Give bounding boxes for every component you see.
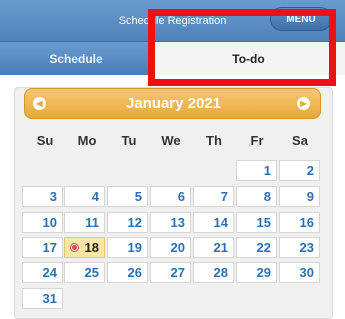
calendar-day-today[interactable]: 18 bbox=[64, 237, 105, 258]
calendar-day[interactable]: 21 bbox=[193, 237, 234, 258]
calendar-day[interactable]: 23 bbox=[279, 237, 320, 258]
calendar-day[interactable]: 19 bbox=[107, 237, 148, 258]
calendar-day[interactable]: 4 bbox=[64, 186, 105, 207]
calendar-header: ◀ January 2021 ▶ bbox=[24, 88, 321, 119]
calendar-day[interactable]: 11 bbox=[64, 212, 105, 233]
calendar-day[interactable]: 8 bbox=[236, 186, 277, 207]
weekday-label: Sa bbox=[292, 133, 308, 148]
weekday-row: Su Mo Tu We Th Fr Sa bbox=[24, 133, 321, 149]
weekday-label: Mo bbox=[77, 133, 97, 148]
calendar-day[interactable]: 6 bbox=[150, 186, 191, 207]
highlight-box bbox=[148, 9, 336, 86]
weekday-label: Su bbox=[36, 133, 54, 148]
calendar-day[interactable]: 22 bbox=[236, 237, 277, 258]
calendar-day[interactable]: 15 bbox=[236, 212, 277, 233]
calendar-day[interactable]: 31 bbox=[22, 288, 63, 309]
event-dot-icon bbox=[71, 244, 78, 251]
calendar-day[interactable]: 16 bbox=[279, 212, 320, 233]
tab-schedule[interactable]: Schedule bbox=[0, 42, 152, 75]
calendar-day[interactable]: 30 bbox=[279, 262, 320, 283]
chevron-right-icon[interactable]: ▶ bbox=[297, 97, 310, 110]
weekday-label: Fr bbox=[250, 133, 264, 148]
month-title: January 2021 bbox=[125, 95, 222, 112]
calendar-day[interactable]: 1 bbox=[236, 160, 277, 181]
calendar-day[interactable]: 24 bbox=[22, 262, 63, 283]
weekday-label: Tu bbox=[121, 133, 137, 148]
calendar-day[interactable]: 14 bbox=[193, 212, 234, 233]
calendar-day[interactable]: 7 bbox=[193, 186, 234, 207]
calendar-day[interactable]: 12 bbox=[107, 212, 148, 233]
weekday-label: We bbox=[161, 133, 181, 148]
calendar-day[interactable]: 13 bbox=[150, 212, 191, 233]
calendar-day[interactable]: 5 bbox=[107, 186, 148, 207]
calendar-day[interactable]: 2 bbox=[279, 160, 320, 181]
calendar-day[interactable]: 10 bbox=[22, 212, 63, 233]
calendar-day[interactable]: 20 bbox=[150, 237, 191, 258]
calendar-day[interactable]: 25 bbox=[64, 262, 105, 283]
calendar-day[interactable]: 29 bbox=[236, 262, 277, 283]
calendar-day[interactable]: 26 bbox=[107, 262, 148, 283]
calendar-day[interactable]: 27 bbox=[150, 262, 191, 283]
calendar-day[interactable]: 3 bbox=[22, 186, 63, 207]
calendar-day[interactable]: 28 bbox=[193, 262, 234, 283]
weekday-label: Th bbox=[206, 133, 222, 148]
calendar-day[interactable]: 17 bbox=[22, 237, 63, 258]
calendar-day[interactable]: 9 bbox=[279, 186, 320, 207]
